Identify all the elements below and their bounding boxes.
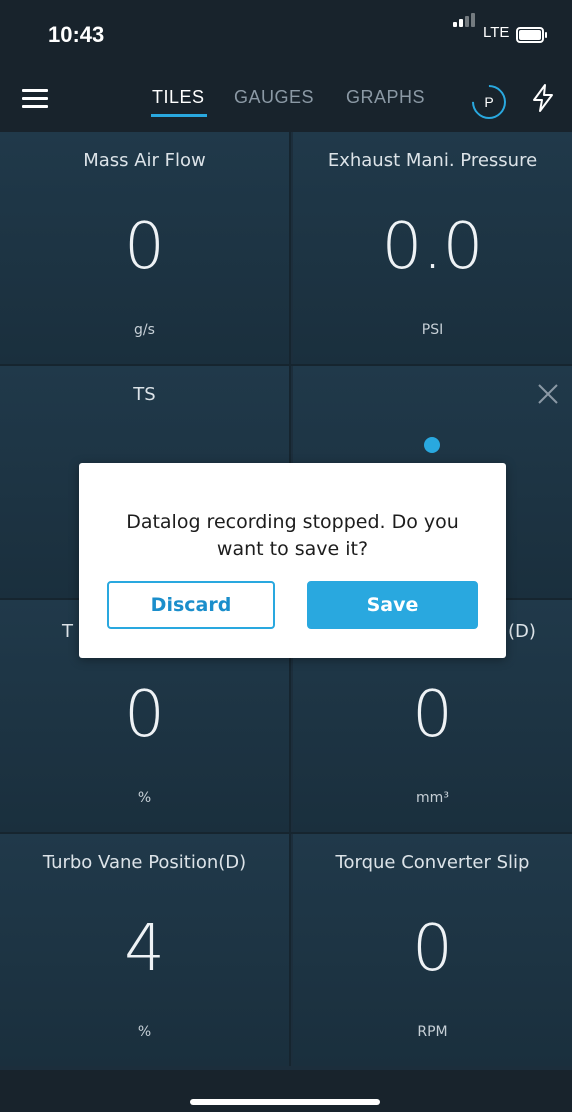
home-indicator[interactable]: [190, 1099, 380, 1105]
tile-value: 0: [412, 912, 453, 986]
info-dot-icon: [424, 437, 440, 453]
save-button[interactable]: Save: [307, 581, 478, 629]
tile-unit: RPM: [417, 1024, 448, 1040]
tab-graphs[interactable]: GRAPHS: [346, 87, 425, 108]
close-icon[interactable]: [536, 382, 560, 406]
tile-mass-air-flow[interactable]: Mass Air Flow 0 g/s: [0, 132, 291, 364]
tile-value: 0: [124, 210, 165, 284]
top-nav: TILES GAUGES GRAPHS P: [0, 70, 572, 132]
tile-unit: %: [137, 1024, 152, 1040]
profile-letter: P: [484, 94, 494, 110]
bottom-bar: [0, 1070, 572, 1112]
tile-turbo-vane-position[interactable]: Turbo Vane Position(D) 4 %: [0, 834, 291, 1066]
tile-label-partial-left: T: [62, 621, 73, 642]
tile-label: Torque Converter Slip: [335, 852, 530, 873]
tile-label: Turbo Vane Position(D): [42, 852, 247, 873]
clock: 10:43: [48, 22, 105, 47]
tile-value: 0: [412, 678, 453, 752]
partial-value-glyph: [134, 440, 174, 463]
tab-gauges[interactable]: GAUGES: [234, 87, 314, 108]
tile-label: Mass Air Flow: [83, 150, 206, 171]
tile-unit: %: [137, 790, 152, 806]
tile-label: TS: [133, 384, 156, 405]
lightning-bolt-icon[interactable]: [530, 83, 556, 113]
tile-unit: g/s: [134, 322, 155, 338]
network-label: LTE: [483, 24, 510, 41]
battery-icon: [516, 27, 547, 43]
tile-unit: mm³: [416, 790, 449, 806]
tile-label-partial-right: (D): [508, 621, 536, 642]
tab-tiles[interactable]: TILES: [152, 87, 205, 108]
tile-torque-converter-slip[interactable]: Torque Converter Slip 0 RPM: [293, 834, 572, 1066]
tile-value: 0.0: [381, 210, 484, 284]
tile-value: 4: [124, 912, 165, 986]
tile-value: 0: [124, 678, 165, 752]
discard-button[interactable]: Discard: [107, 581, 275, 629]
save-datalog-dialog: Datalog recording stopped. Do you want t…: [79, 463, 506, 658]
status-bar: 10:43 LTE: [0, 0, 572, 70]
dialog-message: Datalog recording stopped. Do you want t…: [126, 511, 459, 560]
tile-exhaust-mani-pressure[interactable]: Exhaust Mani. Pressure 0.0 PSI: [293, 132, 572, 364]
active-tab-indicator: [151, 114, 207, 117]
hamburger-menu-icon[interactable]: [22, 89, 48, 109]
tile-label: Exhaust Mani. Pressure: [327, 150, 538, 171]
tile-unit: PSI: [421, 322, 444, 338]
